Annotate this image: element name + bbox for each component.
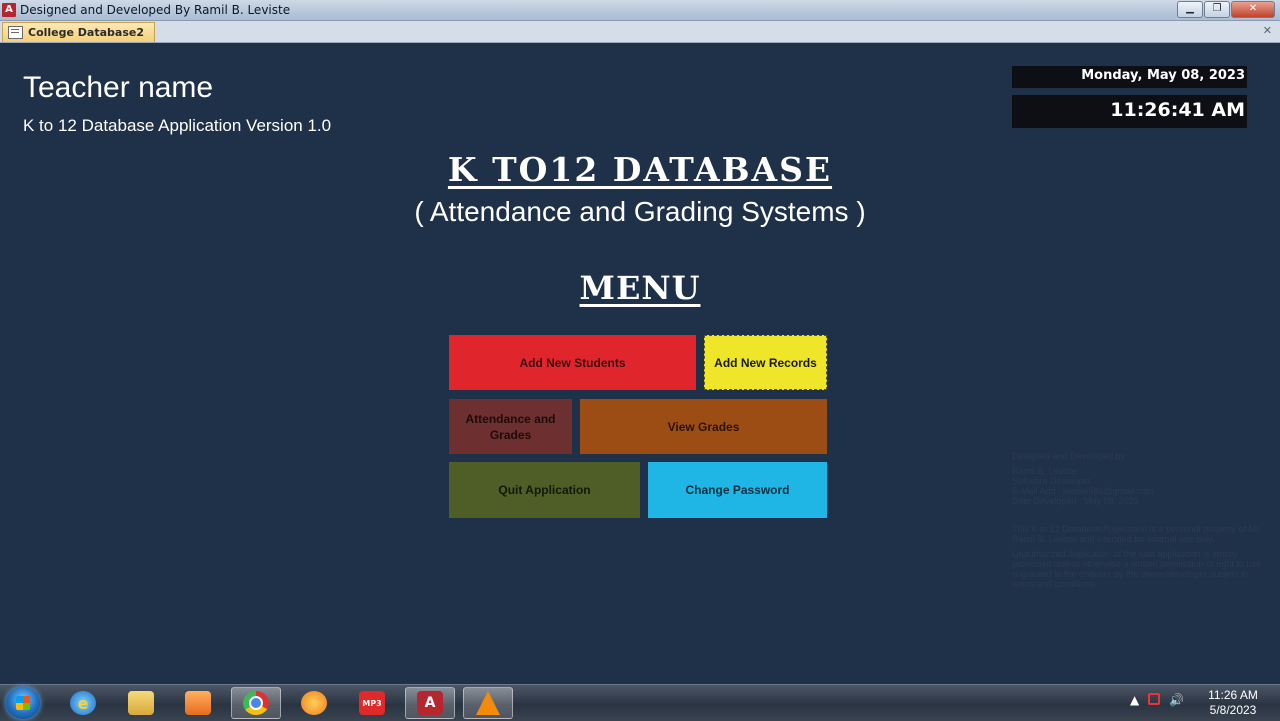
close-tab-icon[interactable]: ✕	[1263, 24, 1272, 37]
maximize-button[interactable]: ❐	[1204, 1, 1230, 18]
window-title-bar[interactable]: A Designed and Developed By Ramil B. Lev…	[0, 0, 1280, 21]
taskbar-internet-explorer[interactable]: e	[58, 687, 108, 719]
developer-credits: Designed and Developed by Ramil B. Levis…	[1012, 451, 1264, 594]
show-hidden-icons-icon[interactable]: ▲	[1130, 693, 1139, 707]
change-password-button[interactable]: Change Password	[648, 462, 827, 518]
access-app-icon[interactable]: A	[2, 3, 16, 17]
menu-heading: MENU	[0, 269, 1280, 307]
quit-application-button[interactable]: Quit Application	[449, 462, 640, 518]
teacher-name: Teacher name	[23, 71, 214, 104]
system-clock[interactable]: 11:26 AM 5/8/2023	[1200, 688, 1266, 718]
main-menu-form: Teacher name K to 12 Database Applicatio…	[0, 43, 1280, 684]
window-title: Designed and Developed By Ramil B. Levis…	[20, 3, 291, 17]
media-player-icon	[185, 691, 211, 715]
access-icon: A	[417, 691, 443, 715]
document-tab-bar: College Database2 ✕	[0, 21, 1280, 43]
windows-taskbar: e MP3 A ▲ 🔊 11:26 AM 5/8/2023	[0, 684, 1280, 721]
credits-email: E-Mail Add : leviste581@gmail.com	[1012, 486, 1154, 496]
taskbar-media-player[interactable]	[173, 687, 223, 719]
taskbar-access[interactable]: A	[405, 687, 455, 719]
network-icon[interactable]	[1148, 693, 1161, 705]
attendance-and-grades-button[interactable]: Attendance and Grades	[449, 399, 572, 454]
credits-license-note: Unauthorized duplication of the said app…	[1012, 549, 1262, 589]
start-button[interactable]	[6, 687, 40, 719]
view-grades-button[interactable]: View Grades	[580, 399, 827, 454]
clock-date: 5/8/2023	[1209, 703, 1257, 717]
add-new-students-button[interactable]: Add New Students	[449, 335, 696, 390]
taskbar-file-explorer[interactable]	[116, 687, 166, 719]
tab-label: College Database2	[28, 26, 144, 39]
menu-heading-text: MENU	[579, 269, 701, 307]
credits-name: Ramil B. Leviste	[1012, 466, 1078, 476]
close-button[interactable]: ✕	[1231, 1, 1275, 18]
taskbar-browser[interactable]	[289, 687, 339, 719]
minimize-button[interactable]: ▁	[1177, 1, 1203, 18]
current-time: 11:26:41 AM	[1012, 95, 1247, 128]
credits-date: Date Developed : May 08, 2023	[1012, 496, 1139, 506]
browser-icon	[301, 691, 327, 715]
credits-heading: Designed and Developed by	[1012, 451, 1126, 461]
vlc-icon	[476, 691, 500, 715]
page-subtitle: ( Attendance and Grading Systems )	[414, 196, 866, 227]
add-new-records-button[interactable]: Add New Records	[704, 335, 827, 390]
credits-role: Software Developer	[1012, 476, 1092, 486]
taskbar-vlc[interactable]	[463, 687, 513, 719]
window-controls: ▁ ❐ ✕	[1177, 1, 1275, 18]
page-title: K TO12 DATABASE	[0, 150, 1280, 189]
tab-college-database2[interactable]: College Database2	[2, 22, 155, 42]
taskbar-mp3-player[interactable]: MP3	[347, 687, 397, 719]
page-title-text: K TO12 DATABASE	[447, 150, 833, 189]
folder-icon	[128, 691, 154, 715]
volume-icon[interactable]: 🔊	[1169, 693, 1184, 707]
form-icon	[8, 26, 23, 39]
clock-time: 11:26 AM	[1208, 688, 1258, 702]
current-date: Monday, May 08, 2023	[1012, 66, 1247, 88]
app-version: K to 12 Database Application Version 1.0	[23, 116, 332, 135]
taskbar-chrome[interactable]	[231, 687, 281, 719]
chrome-icon	[243, 691, 269, 715]
mp3-icon: MP3	[359, 691, 385, 715]
credits-ownership-note: This K to 12 Database Application is a p…	[1012, 524, 1262, 544]
internet-explorer-icon: e	[70, 691, 96, 715]
system-tray: ▲ 🔊	[1130, 693, 1184, 707]
